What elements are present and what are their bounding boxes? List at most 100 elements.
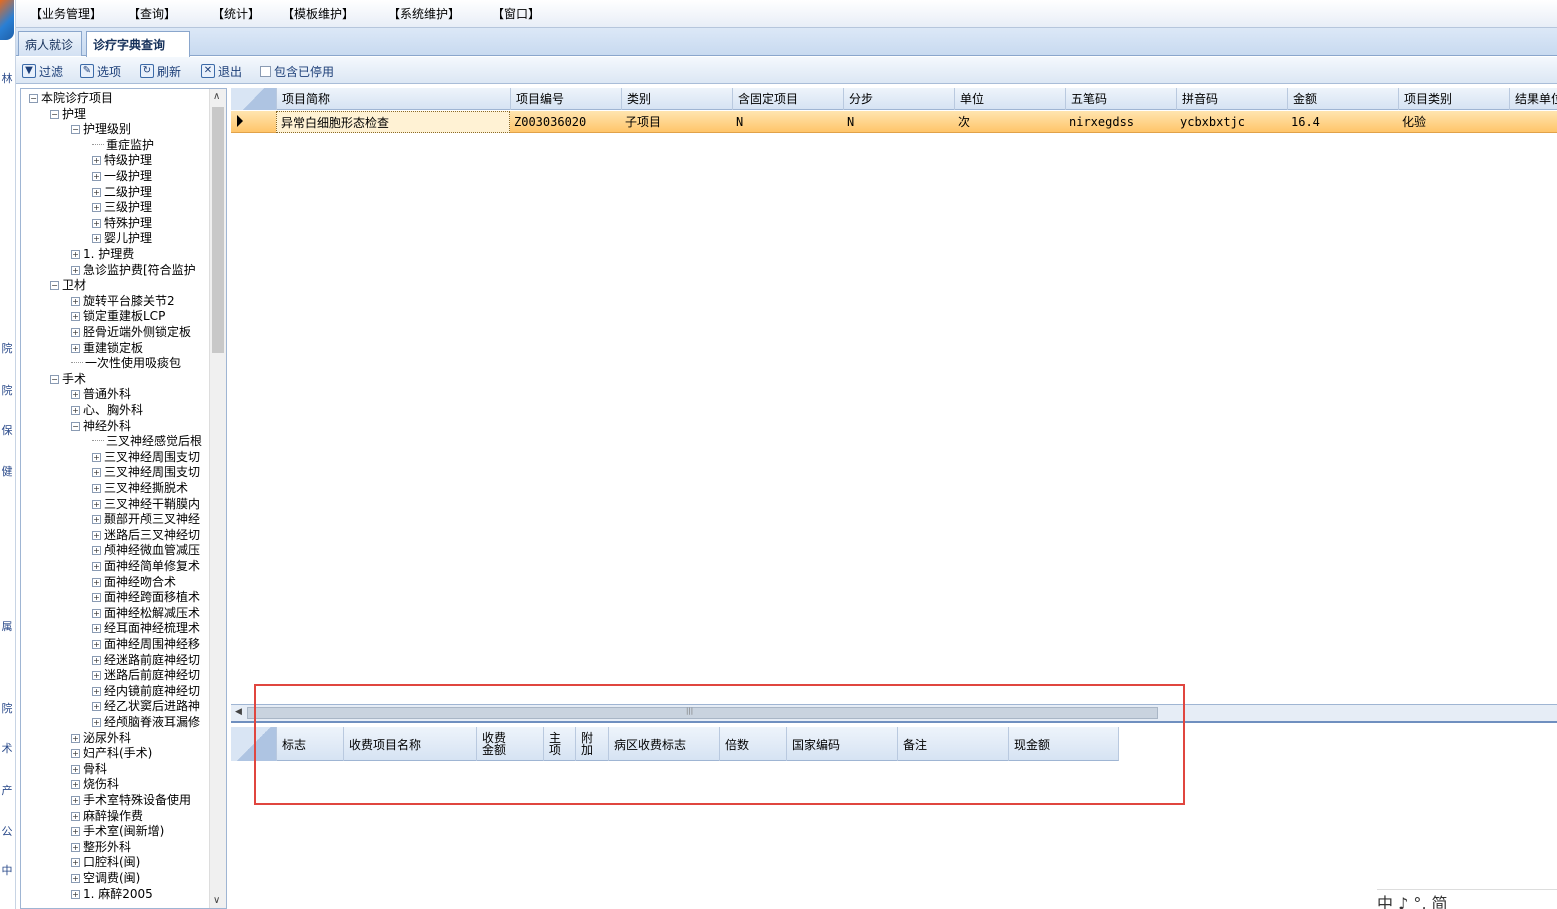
collapse-icon[interactable]: − xyxy=(50,281,59,291)
cell-category[interactable]: 子项目 xyxy=(621,111,732,133)
expand-icon[interactable]: + xyxy=(92,234,101,244)
menu-system[interactable]: 【系统维护】 xyxy=(388,5,460,22)
ime-status-bar[interactable]: 中 ♪ °, 简 xyxy=(1377,889,1557,909)
col-header[interactable]: 单位 xyxy=(954,88,1065,110)
tree-scroll-thumb[interactable] xyxy=(212,107,224,353)
tree-node[interactable]: − 护理 xyxy=(50,106,86,122)
tree-node[interactable]: + 重建锁定板 xyxy=(71,340,143,356)
expand-icon[interactable]: + xyxy=(71,811,80,821)
expand-icon[interactable]: + xyxy=(71,858,80,868)
col-header[interactable]: 含固定项目 xyxy=(732,88,843,110)
tree-node[interactable]: − 神经外科 xyxy=(71,418,131,434)
col-header-ward-flag[interactable]: 病区收费标志 xyxy=(608,727,719,761)
col-header[interactable]: 拼音码 xyxy=(1176,88,1287,110)
tree-node[interactable]: + 口腔科(闽) xyxy=(71,854,140,870)
tree-node[interactable]: + 经耳面神经梳理术 xyxy=(92,620,200,636)
expand-icon[interactable]: + xyxy=(92,624,101,634)
col-header[interactable]: 项目简称 xyxy=(276,88,510,110)
expand-icon[interactable]: + xyxy=(92,530,101,540)
col-header-multiplier[interactable]: 倍数 xyxy=(719,727,786,761)
tree-node[interactable]: + 特级护理 xyxy=(92,152,152,168)
col-header-charge-name[interactable]: 收费项目名称 xyxy=(343,727,476,761)
dictionary-tree[interactable]: − 本院诊疗项目 − 护理 − 护理级别 重症监护 + 特级护理 + 一级护理 + 二级护理 + 三级护理 +… xyxy=(20,88,227,909)
expand-icon[interactable]: + xyxy=(71,889,80,899)
tree-node[interactable]: + 三叉神经周围支切 xyxy=(92,464,200,480)
tree-node[interactable]: + 心、胸外科 xyxy=(71,402,143,418)
col-header-national-code[interactable]: 国家编码 xyxy=(786,727,897,761)
expand-icon[interactable]: + xyxy=(71,250,80,259)
tree-node[interactable]: + 面神经跨面移植术 xyxy=(92,589,200,605)
tree-node[interactable]: + 锁定重建板LCP xyxy=(71,308,165,324)
tree-node[interactable]: + 二级护理 xyxy=(92,184,152,200)
options-button[interactable]: ✎ 选项 xyxy=(80,62,121,80)
expand-icon[interactable]: + xyxy=(92,671,101,681)
tree-node[interactable]: + 旋转平台膝关节2 xyxy=(71,293,175,309)
tree-node[interactable]: 三叉神经感觉后根 xyxy=(92,433,202,449)
filter-button[interactable]: ▼ 过滤 xyxy=(22,62,63,80)
tree-node[interactable]: + 泌尿外科 xyxy=(71,730,131,746)
expand-icon[interactable]: + xyxy=(71,780,80,790)
menu-template[interactable]: 【模板维护】 xyxy=(282,5,354,22)
collapse-icon[interactable]: − xyxy=(71,125,80,135)
expand-icon[interactable]: + xyxy=(71,296,80,306)
expand-icon[interactable]: + xyxy=(92,515,101,525)
tree-node[interactable]: + 面神经简单修复术 xyxy=(92,558,200,574)
expand-icon[interactable]: + xyxy=(92,577,101,587)
tree-node[interactable]: + 经颅脑脊液耳漏修 xyxy=(92,714,200,730)
scroll-up-icon[interactable]: ∧ xyxy=(213,91,220,102)
tree-node[interactable]: +1. 麻醉2005 xyxy=(71,886,153,902)
expand-icon[interactable]: + xyxy=(71,406,80,415)
tab-patient-visit[interactable]: 病人就诊 xyxy=(18,31,82,56)
tree-node[interactable]: + 颅神经微血管减压 xyxy=(92,542,200,558)
tree-node[interactable]: − 手术 xyxy=(50,371,86,387)
expand-icon[interactable]: + xyxy=(92,218,101,228)
col-header-additional[interactable]: 附 加 xyxy=(575,727,608,761)
collapse-icon[interactable]: − xyxy=(50,109,59,119)
expand-icon[interactable]: + xyxy=(92,468,101,478)
tree-node[interactable]: + 面神经松解减压术 xyxy=(92,605,200,621)
col-header-charge-amount[interactable]: 收费 金额 xyxy=(476,727,543,761)
expand-icon[interactable]: + xyxy=(92,702,101,712)
scroll-down-icon[interactable]: ∨ xyxy=(213,895,220,906)
table-row[interactable]: 异常白细胞形态检查 Z003036020 子项目 N N 次 nirxegdss… xyxy=(231,111,1557,133)
expand-icon[interactable]: + xyxy=(92,608,101,618)
tree-scrollbar[interactable]: ∧ ∨ xyxy=(209,89,226,908)
col-header[interactable]: 项目编号 xyxy=(510,88,621,110)
expand-icon[interactable]: + xyxy=(92,203,101,213)
menu-statistics[interactable]: 【统计】 xyxy=(212,5,260,22)
tree-node[interactable]: 一次性使用吸痰包 xyxy=(71,355,181,371)
expand-icon[interactable]: + xyxy=(92,187,101,197)
expand-icon[interactable]: + xyxy=(71,733,80,743)
tree-node[interactable]: + 手术室(闽新增) xyxy=(71,823,164,839)
col-header-flag[interactable]: 标志 xyxy=(276,727,343,761)
tree-node[interactable]: − 护理级别 xyxy=(71,121,131,137)
collapse-icon[interactable]: − xyxy=(71,421,80,431)
col-header[interactable]: 五笔码 xyxy=(1065,88,1176,110)
expand-icon[interactable]: + xyxy=(92,156,101,166)
expand-icon[interactable]: + xyxy=(92,484,101,493)
expand-icon[interactable]: + xyxy=(92,718,101,727)
tree-node[interactable]: + 一级护理 xyxy=(92,168,152,184)
menu-query[interactable]: 【查询】 xyxy=(128,5,176,22)
menu-window[interactable]: 【窗口】 xyxy=(492,5,540,22)
tree-node[interactable]: + 三级护理 xyxy=(92,199,152,215)
tree-node[interactable]: +1. 护理费 xyxy=(71,246,134,262)
expand-icon[interactable]: + xyxy=(71,827,80,837)
expand-icon[interactable]: + xyxy=(92,452,101,462)
expand-icon[interactable]: + xyxy=(71,265,80,275)
tree-node[interactable]: + 普通外科 xyxy=(71,386,131,402)
tree-node[interactable]: + 经迷路前庭神经切 xyxy=(92,652,200,668)
col-header[interactable]: 项目类别 xyxy=(1398,88,1509,110)
include-disabled-checkbox[interactable] xyxy=(260,65,271,77)
tree-node[interactable]: + 手术室特殊设备使用 xyxy=(71,792,191,808)
collapse-icon[interactable]: − xyxy=(50,374,59,384)
col-header[interactable]: 分步 xyxy=(843,88,954,110)
expand-icon[interactable]: + xyxy=(92,499,101,509)
expand-icon[interactable]: + xyxy=(71,874,80,883)
collapse-icon[interactable]: − xyxy=(29,94,38,103)
expand-icon[interactable]: + xyxy=(92,562,101,571)
expand-icon[interactable]: + xyxy=(71,328,80,337)
expand-icon[interactable]: + xyxy=(92,640,101,649)
tree-node[interactable]: + 妇产科(手术) xyxy=(71,745,152,761)
expand-icon[interactable]: + xyxy=(92,686,101,696)
